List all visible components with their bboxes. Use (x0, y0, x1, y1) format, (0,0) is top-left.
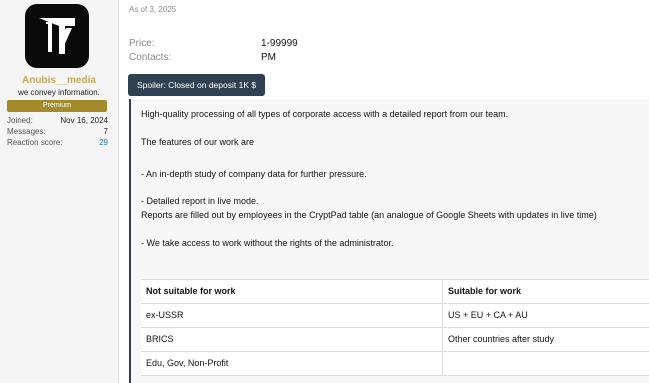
table-cell: Edu, Gov, Non-Profit (146, 358, 229, 368)
paragraph: - We take access to work without the rig… (141, 238, 394, 248)
post-date: As of 3, 2025 (129, 5, 177, 14)
stat-reaction-score: Reaction score: 29 (7, 138, 108, 147)
table-cell (442, 352, 649, 375)
table-cell: BRICS (146, 334, 174, 344)
stat-value: Nov 16, 2024 (60, 116, 108, 125)
paragraph: High-quality processing of all types of … (141, 109, 509, 119)
username[interactable]: Anubis__media (0, 75, 118, 86)
table-header-row: Not suitable for work Suitable for work (141, 280, 649, 304)
table-row: ex-USSR US + EU + CA + AU (141, 304, 649, 328)
paragraph: - An in-depth study of company data for … (141, 169, 367, 179)
user-sidebar: Anubis__media we convey information. Pre… (0, 0, 119, 383)
stat-label: Messages: (7, 127, 46, 136)
table-header: Suitable for work (442, 280, 649, 303)
spoiler-button[interactable]: Spoiler: Closed on deposit 1K $ (128, 74, 266, 96)
spoiler-content: High-quality processing of all types of … (129, 99, 649, 383)
table-cell: Other countries after study (442, 328, 649, 351)
stat-messages: Messages: 7 (7, 127, 108, 136)
paragraph: The features of our work are (141, 137, 255, 147)
paragraph: - Detailed report in live mode. (141, 196, 259, 206)
table-cell: ex-USSR (146, 310, 184, 320)
anubis-logo-icon (39, 18, 75, 54)
stat-label: Reaction score: (7, 138, 63, 147)
stat-value: 7 (103, 127, 108, 136)
suitability-table: Not suitable for work Suitable for work … (141, 279, 649, 376)
table-header: Not suitable for work (146, 286, 236, 296)
contacts-label: Contacts: (129, 52, 172, 63)
user-title: we convey information. (18, 88, 100, 97)
avatar[interactable] (25, 4, 89, 68)
stat-value[interactable]: 29 (99, 138, 108, 147)
paragraph: Reports are filled out by employees in t… (141, 210, 597, 220)
premium-badge: Premium (7, 100, 107, 112)
stat-label: Joined: (7, 116, 33, 125)
table-row: BRICS Other countries after study (141, 328, 649, 352)
table-cell: US + EU + CA + AU (442, 304, 649, 327)
price-label: Price: (129, 38, 155, 49)
price-value: 1-99999 (261, 38, 298, 49)
table-row: Edu, Gov, Non-Profit (141, 352, 649, 376)
stat-joined: Joined: Nov 16, 2024 (7, 116, 108, 125)
contacts-value: PM (261, 52, 276, 63)
